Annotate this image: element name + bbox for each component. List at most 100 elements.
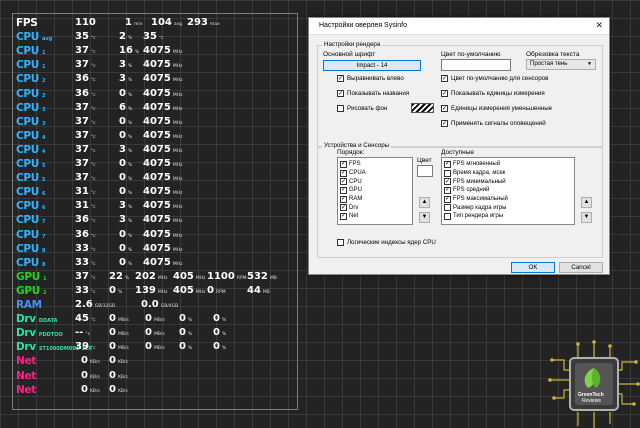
draw-background-box[interactable] xyxy=(337,105,344,112)
draw-background-checkbox[interactable]: Рисовать фон xyxy=(337,105,387,112)
list-item-checkbox[interactable] xyxy=(444,204,451,212)
sensor-name: CPU xyxy=(16,256,40,269)
list-item[interactable]: ✓ Net xyxy=(340,212,410,221)
sensor-index: 3 xyxy=(42,106,46,113)
overlay-row: CPU 1 37 °c 3% 4075 MHz xyxy=(13,58,299,72)
list-item[interactable]: ✓ RAM xyxy=(340,195,410,204)
overlay-row: CPU 3 37 °c 6% 4075 MHz xyxy=(13,101,299,115)
list-item-checkbox[interactable]: ✓ xyxy=(340,212,347,220)
overlay-row: CPU 8 33 °c 0% 4075 MHz xyxy=(13,242,299,256)
value: 4075 xyxy=(143,158,171,169)
list-item-label: Тип рендера игры xyxy=(453,213,504,220)
net-label: Net xyxy=(16,369,37,382)
small-units-box[interactable]: ✓ xyxy=(441,105,448,112)
sensor-default-color-checkbox[interactable]: ✓ Цвет по-умолчанию для сенсоров xyxy=(441,75,548,82)
align-left-box[interactable]: ✓ xyxy=(337,75,344,82)
list-item-checkbox[interactable]: ✓ xyxy=(340,178,347,186)
unit: % xyxy=(187,346,193,352)
available-down-button[interactable]: ▼ xyxy=(581,212,592,223)
unit: °c xyxy=(90,163,96,168)
list-item-checkbox[interactable]: ✓ xyxy=(340,195,347,203)
unit: % xyxy=(127,205,133,211)
list-item-checkbox[interactable] xyxy=(444,212,451,220)
value: 4075 xyxy=(143,129,171,141)
list-item-checkbox[interactable]: ✓ xyxy=(340,204,347,212)
sensor-name: CPU xyxy=(16,129,40,142)
font-button[interactable]: Impact - 14 xyxy=(323,60,421,71)
list-item[interactable]: ✓ FPS xyxy=(340,160,410,169)
list-item[interactable]: Размер кадра игры xyxy=(444,203,572,212)
alerts-box[interactable]: ✓ xyxy=(441,120,448,127)
small-units-checkbox[interactable]: ✓ Единицы измерения уменьшенные xyxy=(441,105,552,112)
unit: % xyxy=(221,318,227,324)
list-item[interactable]: ✓ Drv xyxy=(340,203,410,212)
unit: °c xyxy=(90,261,96,267)
value: 0 xyxy=(109,327,116,339)
item-color-swatch[interactable] xyxy=(417,165,433,177)
value: 6 xyxy=(119,101,126,113)
move-down-button[interactable]: ▼ xyxy=(419,212,430,223)
value: 202 xyxy=(135,270,156,282)
sensor-default-color-box[interactable]: ✓ xyxy=(441,75,448,82)
available-list[interactable]: ✓ FPS мгновенный Время кадра, мсек ✓ FPS мин… xyxy=(441,157,575,225)
trim-label: Обрезовка текста xyxy=(526,51,580,58)
value: 0 xyxy=(119,172,126,184)
value: 0 xyxy=(179,341,186,353)
list-item[interactable]: ✓ GPU xyxy=(340,186,410,195)
sensor-name: CPU xyxy=(16,172,40,185)
cancel-button[interactable]: Cancel xyxy=(559,262,603,273)
list-item[interactable]: ✓ FPS максимальный xyxy=(444,195,572,204)
show-names-checkbox[interactable]: ✓ Показывать названия xyxy=(337,90,409,97)
list-item-checkbox[interactable]: ✓ xyxy=(444,160,451,168)
trim-select[interactable]: Простая тень ▼ xyxy=(526,59,596,70)
logical-cpu-box[interactable] xyxy=(337,239,344,246)
sensor-index: 1 xyxy=(42,64,46,71)
unit: MHz xyxy=(172,233,183,239)
unit: °c xyxy=(90,120,96,126)
font-label: Основной шрифт xyxy=(323,51,376,58)
value: 31 xyxy=(75,200,89,212)
move-up-button[interactable]: ▲ xyxy=(419,197,430,208)
unit: °c xyxy=(90,148,96,154)
overlay-net-row: Net 0 KB/s 0 KB/s xyxy=(13,354,299,368)
list-item-checkbox[interactable]: ✓ xyxy=(340,186,347,194)
value: 37 xyxy=(75,59,89,71)
list-item-label: Время кадра, мсек xyxy=(453,170,506,177)
close-icon[interactable]: ✕ xyxy=(595,20,603,31)
available-up-button[interactable]: ▲ xyxy=(581,197,592,208)
alerts-checkbox[interactable]: ✓ Применять сигналы оповещений xyxy=(441,120,546,127)
show-units-box[interactable]: ✓ xyxy=(441,90,448,97)
list-item-checkbox[interactable] xyxy=(444,169,451,177)
show-units-checkbox[interactable]: ✓ Показывать единицы измерения xyxy=(441,90,545,97)
ok-button[interactable]: OK xyxy=(511,262,555,273)
net-label: Net xyxy=(16,355,37,368)
list-item[interactable]: Время кадра, мсек xyxy=(444,169,572,178)
list-item[interactable]: Тип рендера игры xyxy=(444,212,572,221)
list-item[interactable]: ✓ FPS средний xyxy=(444,186,572,195)
list-item[interactable]: ✓ FPS мгновенный xyxy=(444,160,572,169)
overlay-row: CPU 5 37 °c 0% 4075 MHz xyxy=(13,171,299,185)
list-item-checkbox[interactable]: ✓ xyxy=(444,178,451,186)
align-left-checkbox[interactable]: ✓ Выравнивать влево xyxy=(337,75,404,82)
unit: MHz xyxy=(172,191,183,197)
list-item[interactable]: ✓ FPS минимальный xyxy=(444,177,572,186)
value: 4075 xyxy=(143,200,171,212)
unit: % xyxy=(221,346,227,352)
list-item[interactable]: ✓ CPU xyxy=(340,177,410,186)
value: 36 xyxy=(75,214,89,226)
list-item-checkbox[interactable]: ✓ xyxy=(340,160,347,168)
logical-cpu-checkbox[interactable]: Логические индексы ядер CPU xyxy=(337,239,436,246)
order-list[interactable]: ✓ FPS ✓ CPUA ✓ CPU ✓ GPU ✓ RAM ✓ Drv ✓ Net xyxy=(337,157,413,225)
background-pattern-swatch[interactable] xyxy=(411,103,434,113)
unit: MB/s xyxy=(117,318,129,324)
list-item-checkbox[interactable]: ✓ xyxy=(444,186,451,194)
list-item-checkbox[interactable]: ✓ xyxy=(444,195,451,203)
sensor-name: CPU xyxy=(16,45,40,58)
show-names-box[interactable]: ✓ xyxy=(337,90,344,97)
value: 36 xyxy=(75,87,89,99)
list-item-checkbox[interactable]: ✓ xyxy=(340,169,347,177)
default-color-swatch[interactable] xyxy=(441,59,511,71)
list-item[interactable]: ✓ CPUA xyxy=(340,169,410,178)
unit: MHz xyxy=(172,92,183,98)
value: 0 xyxy=(109,383,116,395)
